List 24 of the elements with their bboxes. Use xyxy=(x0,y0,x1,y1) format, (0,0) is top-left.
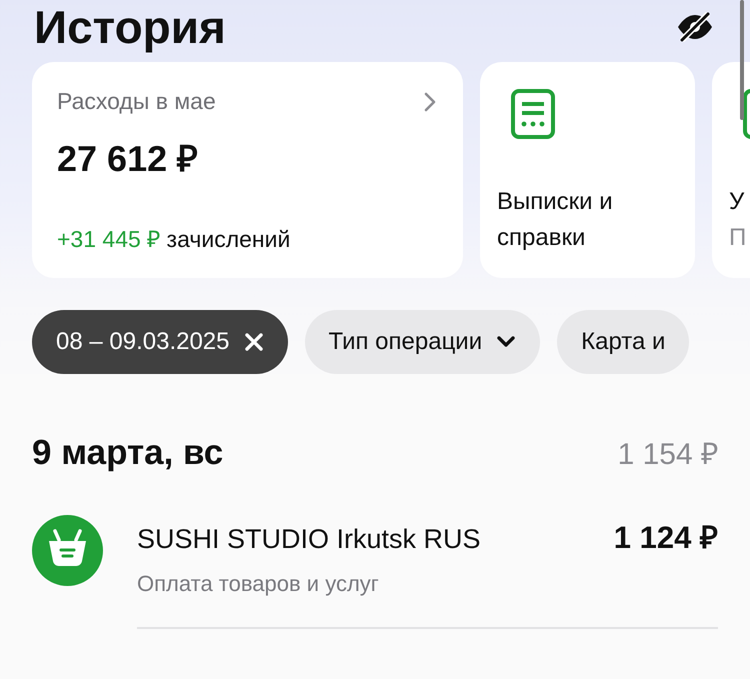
page-title: История xyxy=(34,2,226,52)
chevron-down-icon xyxy=(496,335,516,349)
merchant-name[interactable]: SUSHI STUDIO Irkutsk RUS xyxy=(137,524,481,555)
card-subtitle: П xyxy=(729,223,748,253)
expenses-card[interactable]: Расходы в мае 27 612 ₽ +31 445 ₽ зачислений xyxy=(32,62,463,278)
filter-chip[interactable]: Тип операции xyxy=(304,310,540,374)
operation-amount: 1 124 ₽ xyxy=(614,519,718,557)
filter-chip[interactable]: Карта и xyxy=(557,310,690,374)
document-icon xyxy=(510,88,556,140)
card-title: У xyxy=(729,187,746,217)
filter-chip[interactable]: 08 – 09.03.2025 xyxy=(32,310,288,374)
income-text: +31 445 ₽ зачислений xyxy=(57,225,292,254)
action-card[interactable]: У П xyxy=(712,62,750,278)
chevron-right-icon xyxy=(423,90,437,112)
basket-icon xyxy=(32,515,103,586)
amount: 27 612 ₽ xyxy=(57,137,200,181)
close-icon[interactable] xyxy=(244,332,264,352)
day-total: 1 154 ₽ xyxy=(618,437,718,473)
card-title: Расходы в мае xyxy=(57,88,216,115)
operation-category: Оплата товаров и услуг xyxy=(137,571,380,597)
action-card[interactable]: Выписки и справки xyxy=(480,62,695,278)
hide-eye-icon[interactable] xyxy=(676,12,714,42)
card-title: Выписки и справки xyxy=(497,187,614,253)
day-date: 9 марта, вс xyxy=(32,433,224,473)
